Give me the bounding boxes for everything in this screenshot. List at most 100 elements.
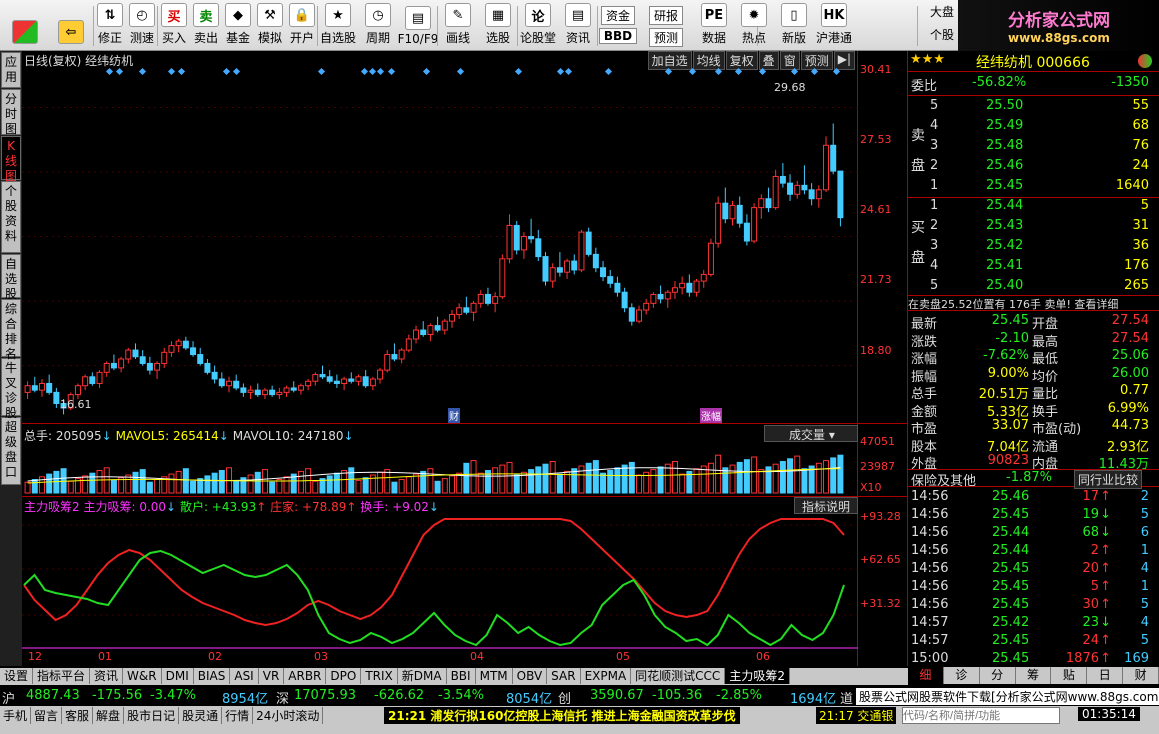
- event-marker-icon[interactable]: [387, 67, 396, 76]
- footer-menu-item[interactable]: 解盘: [93, 707, 125, 724]
- indicator-tab[interactable]: DMI: [162, 668, 194, 684]
- indicator-tab[interactable]: VR: [259, 668, 285, 684]
- footer-menu-item[interactable]: 24小时滚动: [253, 707, 324, 724]
- event-marker-icon[interactable]: [556, 67, 565, 76]
- news-ticker-2[interactable]: 21:17 交通银: [816, 707, 897, 724]
- event-marker-icon[interactable]: [115, 67, 124, 76]
- indicator-tab[interactable]: 指标平台: [33, 668, 91, 684]
- toolbar-buy-button[interactable]: 买买入: [158, 3, 190, 48]
- event-marker-icon[interactable]: [810, 67, 819, 76]
- toolbar-lock-button[interactable]: 🔒 开户: [286, 3, 318, 48]
- toolbar-sell-button[interactable]: 卖卖出: [190, 3, 222, 48]
- footer-menu-item[interactable]: 客服: [62, 707, 94, 724]
- indicator-tab[interactable]: 资讯: [90, 668, 124, 684]
- right-tab[interactable]: 贴: [1051, 667, 1088, 684]
- toolbar-grid-button[interactable]: [2, 3, 48, 48]
- sector-compare-button[interactable]: 同行业比较: [1074, 470, 1143, 489]
- toolbar-market-button[interactable]: 大盘: [922, 3, 962, 27]
- indicator-tab[interactable]: 设置: [0, 668, 34, 684]
- toolbar-fire-button[interactable]: ✹ 热点: [734, 3, 774, 48]
- indicator-tab[interactable]: EXPMA: [581, 668, 632, 684]
- globe-icon[interactable]: [1138, 54, 1152, 68]
- event-marker-icon[interactable]: [177, 67, 186, 76]
- indicator-tab[interactable]: TRIX: [361, 668, 398, 684]
- right-tab[interactable]: 筹: [1016, 667, 1052, 684]
- event-marker-icon[interactable]: [360, 67, 369, 76]
- footer-menu-item[interactable]: 股灵通: [179, 707, 223, 724]
- news-ticker[interactable]: 21:21 浦发行拟160亿控股上海信托 推进上海金融国资改革步伐: [384, 707, 740, 724]
- event-marker-icon[interactable]: [105, 67, 114, 76]
- toolbar-pen-button[interactable]: ✎ 画线: [438, 3, 478, 48]
- event-marker-icon[interactable]: [222, 67, 231, 76]
- event-marker-icon[interactable]: [714, 67, 723, 76]
- footer-menu-item[interactable]: 手机: [0, 707, 32, 724]
- toolbar-hkex-button[interactable]: HK 沪港通: [814, 3, 854, 48]
- side-tab-6[interactable]: 牛叉诊股: [1, 358, 21, 420]
- toolbar-capital-button[interactable]: 资金: [598, 3, 638, 27]
- toolbar-stock-button[interactable]: ★ 自选股: [318, 3, 358, 48]
- indicator-tab[interactable]: BBI: [447, 668, 476, 684]
- limit-marker[interactable]: 涨幅: [700, 408, 722, 423]
- indicator-tab[interactable]: W&R: [123, 668, 162, 684]
- search-input[interactable]: [902, 707, 1060, 724]
- indicator-help-button[interactable]: 指标说明: [794, 497, 858, 514]
- toolbar-f10-button[interactable]: ▤ F10/F9: [398, 3, 438, 48]
- right-tab[interactable]: 日: [1087, 667, 1124, 684]
- event-marker-icon[interactable]: [514, 67, 523, 76]
- footer-menu-item[interactable]: 行情: [222, 707, 254, 724]
- event-marker-icon[interactable]: [734, 67, 743, 76]
- kline-chart-area[interactable]: 日线(复权) 经纬纺机 加自选 均线 复权叠窗预测 ▶| 16.61 29.68 财 …: [22, 51, 858, 666]
- toolbar-period-button[interactable]: ◷ 周期: [358, 3, 398, 48]
- toolbar-hammer-button[interactable]: ⚒ 模拟: [254, 3, 286, 48]
- side-tab-0[interactable]: 应用: [1, 52, 21, 88]
- toolbar-pe-button[interactable]: PE 数据: [694, 3, 734, 48]
- event-marker-icon[interactable]: [758, 67, 767, 76]
- event-marker-icon[interactable]: [232, 67, 241, 76]
- toolbar-up-down-button[interactable]: ⇅ 修正: [94, 3, 126, 48]
- toolbar-forum-button[interactable]: 论论股堂: [518, 3, 558, 48]
- right-tab[interactable]: 财: [1123, 667, 1159, 684]
- event-marker-icon[interactable]: [317, 67, 326, 76]
- indicator-tab[interactable]: MTM: [476, 668, 513, 684]
- indicator-tab[interactable]: 同花顺测试CCC: [631, 668, 726, 684]
- indicator-tab[interactable]: BIAS: [194, 668, 231, 684]
- volume-dropdown[interactable]: 成交量 ▾: [764, 425, 858, 442]
- event-marker-icon[interactable]: [422, 67, 431, 76]
- event-marker-icon[interactable]: [368, 67, 377, 76]
- event-marker-icon[interactable]: [456, 67, 465, 76]
- indicator-tab[interactable]: ARBR: [284, 668, 327, 684]
- side-tab-1[interactable]: 分时图: [1, 89, 21, 136]
- toolbar-back-arrow-button[interactable]: ⇦: [48, 3, 94, 48]
- event-marker-icon[interactable]: [564, 67, 573, 76]
- event-marker-icon[interactable]: [790, 67, 799, 76]
- toolbar-forecast-button[interactable]: 预测: [646, 26, 686, 50]
- toolbar-report-button[interactable]: 研报: [646, 3, 686, 27]
- side-tab-4[interactable]: 自选股: [1, 254, 21, 301]
- toolbar-bbd-button[interactable]: BBD: [598, 26, 638, 50]
- toolbar-select-button[interactable]: ▦ 选股: [478, 3, 518, 48]
- event-marker-icon[interactable]: [664, 67, 673, 76]
- toolbar-fund-button[interactable]: ◆ 基金: [222, 3, 254, 48]
- event-marker-icon[interactable]: [604, 67, 613, 76]
- toolbar-single-stock-button[interactable]: 个股: [922, 26, 962, 50]
- indicator-tab[interactable]: ASI: [230, 668, 259, 684]
- indicator-tab[interactable]: 新DMA: [398, 668, 447, 684]
- indicator-tab[interactable]: 主力吸筹2: [725, 668, 790, 684]
- big-order-note[interactable]: 在卖盘25.52位置有 176手 卖单! 查看详细: [908, 295, 1159, 311]
- indicator-tab[interactable]: SAR: [547, 668, 581, 684]
- side-tab-2[interactable]: K线图: [1, 136, 21, 183]
- event-marker-icon[interactable]: [832, 67, 841, 76]
- indicator-tab[interactable]: OBV: [513, 668, 548, 684]
- toolbar-news-button[interactable]: ▤ 资讯: [558, 3, 598, 48]
- event-marker-icon[interactable]: [376, 67, 385, 76]
- event-marker-icon[interactable]: [167, 67, 176, 76]
- finance-marker[interactable]: 财: [448, 408, 460, 423]
- ad-banner[interactable]: 股票公式网股票软件下载[分析家公式网www.88gs.com: [856, 688, 1159, 705]
- event-marker-icon[interactable]: [138, 67, 147, 76]
- indicator-tab[interactable]: DPO: [326, 668, 362, 684]
- side-tab-5[interactable]: 综合排名: [1, 299, 21, 361]
- right-tab[interactable]: 细: [908, 667, 944, 684]
- toolbar-clock-button[interactable]: ◴ 测速: [126, 3, 158, 48]
- side-tab-7[interactable]: 超级盘口: [1, 417, 21, 485]
- event-marker-icon[interactable]: [688, 67, 697, 76]
